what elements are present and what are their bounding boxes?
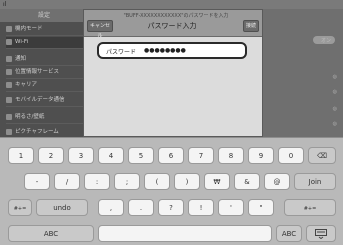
keyboard: 1 2 3 4 5 6 7 8 9 0 ⌫ - / : ; ( ) ₩ & @ … <box>0 137 343 245</box>
sidebar-item-brightness[interactable]: 明るさ/壁紙 <box>6 112 86 124</box>
notifications-icon <box>6 55 12 62</box>
abc-key-left[interactable]: ABC <box>8 225 94 242</box>
key-0[interactable]: 0 <box>278 147 304 164</box>
join-key[interactable]: Join <box>294 173 336 190</box>
cellular-icon <box>6 96 12 103</box>
key-comma[interactable]: , <box>98 199 124 216</box>
airplane-icon <box>6 25 12 32</box>
sidebar-item-label: 明るさ/壁紙 <box>15 114 45 120</box>
dialog-title: パスワード入力 <box>147 22 197 30</box>
sidebar-item-wifi[interactable]: Wi-Fi <box>6 37 86 49</box>
picture-frame-icon <box>6 128 12 135</box>
sidebar-item-label: 通知 <box>15 56 27 62</box>
password-field[interactable]: パスワード ●●●●●●●● <box>97 42 247 59</box>
settings-sidebar: 設定 機内モード Wi-Fi 通知 位置情報サービス キャリア モバイルデータ通… <box>0 9 88 143</box>
keyboard-hide-icon <box>315 229 327 240</box>
wifi-settings-icon <box>6 38 12 45</box>
key-ampersand[interactable]: & <box>234 173 260 190</box>
keyboard-hide-key[interactable] <box>306 225 336 242</box>
symbols-key-label: #+= <box>13 206 27 212</box>
key-at[interactable]: @ <box>264 173 290 190</box>
key-9[interactable]: 9 <box>248 147 274 164</box>
sidebar-item-label: 機内モード <box>15 26 43 32</box>
sidebar-item-label: Wi-Fi <box>15 39 29 45</box>
key-exclamation[interactable]: ! <box>188 199 214 216</box>
key-7[interactable]: 7 <box>188 147 214 164</box>
carrier-icon <box>6 81 12 88</box>
status-bar: ıl <box>0 0 343 9</box>
key-4[interactable]: 4 <box>98 147 124 164</box>
undo-key[interactable]: undo <box>36 199 88 216</box>
dialog-subtitle: "BUFF-XXXXXXXXXXXX"のパスワードを入力 <box>123 13 229 19</box>
password-value: ●●●●●●●● <box>144 47 186 54</box>
sidebar-title: 設定 <box>0 9 88 22</box>
key-hyphen[interactable]: - <box>24 173 50 190</box>
sidebar-item-notifications[interactable]: 通知 <box>6 54 86 66</box>
sidebar-item-label: キャリア <box>15 82 38 88</box>
key-6[interactable]: 6 <box>158 147 184 164</box>
key-quote[interactable]: " <box>248 199 274 216</box>
screen: ıl 設定 機内モード Wi-Fi 通知 位置情報サービス キャリア モバイルデ… <box>0 0 343 245</box>
password-label: パスワード <box>106 49 137 56</box>
signal-icon: ◎ <box>332 121 337 127</box>
sidebar-item-airplane[interactable]: 機内モード <box>6 24 86 36</box>
symbols-key-left[interactable]: #+= <box>8 199 32 216</box>
key-colon[interactable]: : <box>84 173 110 190</box>
key-apostrophe[interactable]: ' <box>218 199 244 216</box>
key-2[interactable]: 2 <box>38 147 64 164</box>
signal-icon: ◎ <box>332 106 337 112</box>
signal-icon: ◎ <box>332 74 337 80</box>
key-slash[interactable]: / <box>54 173 80 190</box>
password-dialog: "BUFF-XXXXXXXXXXXX"のパスワードを入力 キャンセル パスワード… <box>83 9 263 137</box>
sidebar-item-label: 位置情報サービス <box>15 69 60 75</box>
wifi-icon: ıl <box>3 1 7 8</box>
brightness-icon <box>6 113 12 120</box>
key-5[interactable]: 5 <box>128 147 154 164</box>
sidebar-item-carrier[interactable]: キャリア <box>6 80 86 92</box>
key-open-paren[interactable]: ( <box>144 173 170 190</box>
backspace-key[interactable]: ⌫ <box>308 147 336 164</box>
key-won[interactable]: ₩ <box>204 173 230 190</box>
location-icon <box>6 68 12 75</box>
sidebar-item-location[interactable]: 位置情報サービス <box>6 67 86 79</box>
key-period[interactable]: . <box>128 199 154 216</box>
key-close-paren[interactable]: ) <box>174 173 200 190</box>
toggle-label: オン <box>320 38 331 44</box>
key-question[interactable]: ? <box>158 199 184 216</box>
key-1[interactable]: 1 <box>8 147 34 164</box>
join-button[interactable]: 接続 <box>243 20 259 32</box>
dialog-header: "BUFF-XXXXXXXXXXXX"のパスワードを入力 キャンセル パスワード… <box>84 10 262 39</box>
key-semicolon[interactable]: ; <box>114 173 140 190</box>
symbols-key-right[interactable]: #+= <box>284 199 336 216</box>
sidebar-item-label: ピクチャフレーム <box>15 129 59 135</box>
cancel-button[interactable]: キャンセル <box>87 20 113 39</box>
signal-icon: ◎ <box>332 89 337 95</box>
abc-key-right[interactable]: ABC <box>276 225 302 242</box>
space-bar[interactable] <box>98 225 272 242</box>
key-3[interactable]: 3 <box>68 147 94 164</box>
key-8[interactable]: 8 <box>218 147 244 164</box>
sidebar-item-label: モバイルデータ通信 <box>15 97 65 103</box>
symbols-key-label: #+= <box>303 206 317 212</box>
sidebar-item-cellular[interactable]: モバイルデータ通信 <box>6 95 86 107</box>
